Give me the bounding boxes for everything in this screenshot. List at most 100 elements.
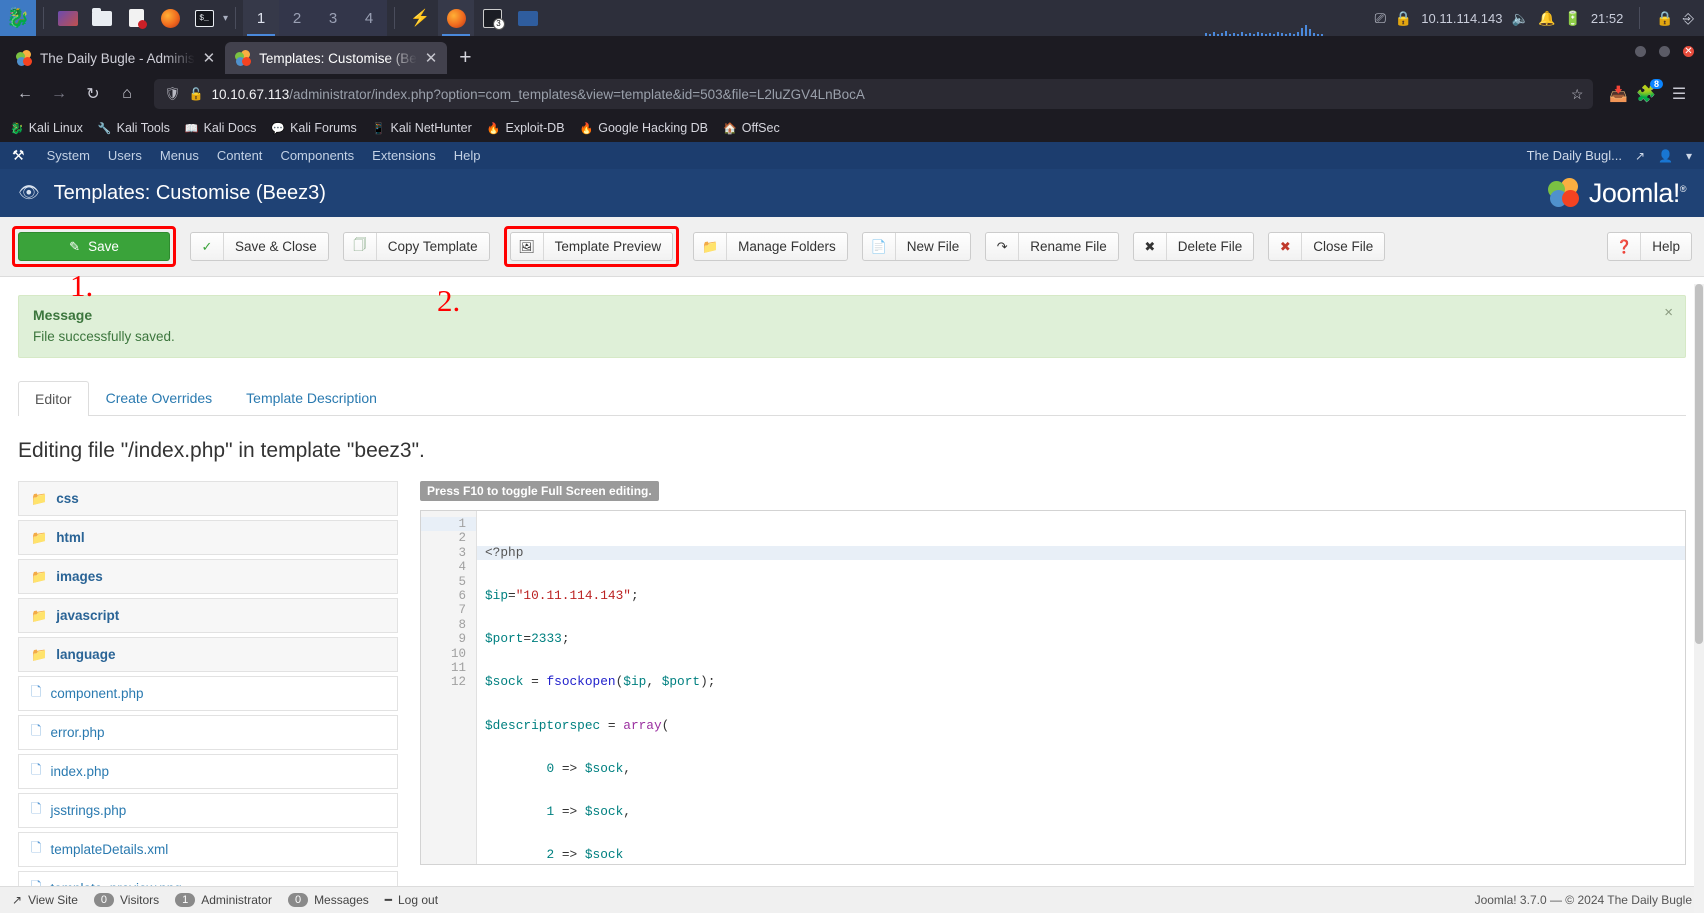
menu-item-content[interactable]: Content <box>217 148 263 163</box>
code-text-area[interactable]: <?php $ip="10.11.114.143"; $port=2333; $… <box>477 511 1685 864</box>
chevron-down-icon[interactable]: ▾ <box>223 13 228 24</box>
tree-folder-html[interactable]: 📁 html <box>18 520 398 555</box>
files-icon[interactable] <box>53 5 83 31</box>
menu-item-extensions[interactable]: Extensions <box>372 148 436 163</box>
help-button[interactable]: ❓ Help <box>1607 232 1692 261</box>
bookmark-kali-nethunter[interactable]: 📱 Kali NetHunter <box>372 121 472 135</box>
menu-item-users[interactable]: Users <box>108 148 142 163</box>
bookmark-offsec[interactable]: 🏠 OffSec <box>723 121 780 135</box>
file-icon: 🗋 <box>31 761 42 777</box>
menu-item-system[interactable]: System <box>47 148 90 163</box>
lock-icon[interactable]: 🔒 <box>1656 10 1673 27</box>
alert-close-icon[interactable]: × <box>1664 304 1673 321</box>
page-scrollbar[interactable] <box>1694 284 1704 913</box>
tab-editor[interactable]: Editor <box>18 381 89 416</box>
save-button[interactable]: ✎ Save <box>18 232 170 261</box>
vpn-icon[interactable]: 🔒 <box>1395 10 1412 27</box>
shield-icon[interactable]: 🛡 <box>164 86 181 102</box>
bookmark-google-hacking-db[interactable]: 🔥 Google Hacking DB <box>580 121 708 135</box>
code-editor[interactable]: 1 2 3 4 5 6 7 8 9 10 11 12 <?php $ip="10… <box>420 510 1686 865</box>
administrator-status[interactable]: 1 Administrator <box>175 893 272 907</box>
tree-folder-language[interactable]: 📁 language <box>18 637 398 672</box>
site-link-label[interactable]: The Daily Bugl... <box>1527 148 1622 163</box>
menu-item-menus[interactable]: Menus <box>160 148 199 163</box>
folder-icon[interactable] <box>87 5 117 31</box>
check-icon: ✓ <box>191 233 224 260</box>
bookmark-star-icon[interactable]: ☆ <box>1571 86 1584 103</box>
workspace-2[interactable]: 2 <box>279 0 315 36</box>
menu-item-components[interactable]: Components <box>280 148 354 163</box>
delete-file-button[interactable]: ✖ Delete File <box>1132 232 1255 261</box>
bookmark-kali-docs[interactable]: 📖 Kali Docs <box>185 121 257 135</box>
tab-template-description[interactable]: Template Description <box>229 380 394 415</box>
tree-file-index-php[interactable]: 🗋 index.php <box>18 754 398 789</box>
close-file-button[interactable]: ✖ Close File <box>1268 232 1386 261</box>
logout-link[interactable]: ━ Log out <box>385 893 438 907</box>
window-button-bolt[interactable]: ⚡ <box>402 0 438 36</box>
new-tab-button[interactable]: + <box>447 46 483 74</box>
maximize-button[interactable] <box>1659 46 1670 57</box>
minimize-button[interactable] <box>1635 46 1646 57</box>
workspace-4[interactable]: 4 <box>351 0 387 36</box>
terminal-icon[interactable]: $_ <box>189 5 219 31</box>
clock[interactable]: 21:52 <box>1591 11 1624 26</box>
close-window-button[interactable]: ✕ <box>1683 46 1694 57</box>
joomla-brand-icon[interactable]: ⚒ <box>12 147 25 164</box>
bookmark-kali-tools[interactable]: 🔧 Kali Tools <box>98 121 170 135</box>
tree-file-error-php[interactable]: 🗋 error.php <box>18 715 398 750</box>
bookmark-exploit-db[interactable]: 🔥 Exploit-DB <box>487 121 565 135</box>
view-site-link[interactable]: ↗ View Site <box>12 893 78 907</box>
tree-file-templatedetails-xml[interactable]: 🗋 templateDetails.xml <box>18 832 398 867</box>
tree-folder-css[interactable]: 📁 css <box>18 481 398 516</box>
volume-icon[interactable]: 🔈 <box>1512 10 1529 27</box>
pocket-icon[interactable]: 📥 <box>1609 85 1628 103</box>
tree-file-component-php[interactable]: 🗋 component.php <box>18 676 398 711</box>
battery-icon[interactable]: 🔋 <box>1564 10 1581 27</box>
user-avatar-icon[interactable]: 👤 <box>1658 149 1673 163</box>
external-link-icon[interactable]: ↗ <box>1635 149 1645 163</box>
workspace-3[interactable]: 3 <box>315 0 351 36</box>
network-icon[interactable]: ⎚ <box>1375 10 1386 27</box>
bookmark-kali-forums[interactable]: 💬 Kali Forums <box>271 121 356 135</box>
home-button[interactable]: ⌂ <box>112 79 142 109</box>
firefox-icon[interactable] <box>155 5 185 31</box>
back-button[interactable]: ← <box>10 79 40 109</box>
new-file-button[interactable]: 📄 New File <box>861 232 972 261</box>
manage-folders-button[interactable]: 📁 Manage Folders <box>693 232 848 261</box>
joomla-version: Joomla! 3.7.0 <box>1474 893 1547 907</box>
save-and-close-button[interactable]: ✓ Save & Close <box>190 232 329 261</box>
scrollbar-thumb[interactable] <box>1695 284 1703 644</box>
window-button-terminal[interactable]: 3 <box>474 0 510 36</box>
messages-status[interactable]: 0 Messages <box>287 893 369 907</box>
forward-button[interactable]: → <box>44 79 74 109</box>
line-number: 8 <box>458 617 466 632</box>
menu-hamburger-icon[interactable]: ☰ <box>1664 79 1694 109</box>
flame-icon: 🔥 <box>486 122 501 135</box>
chevron-down-icon[interactable]: ▾ <box>1686 149 1692 163</box>
bookmark-kali-linux[interactable]: 🐉 Kali Linux <box>10 121 83 135</box>
browser-tab-1[interactable]: The Daily Bugle - Adminis ✕ <box>6 42 225 74</box>
tab-create-overrides[interactable]: Create Overrides <box>89 380 230 415</box>
rename-file-button[interactable]: ↷ Rename File <box>985 232 1119 261</box>
template-preview-button[interactable]: 🖼 Template Preview <box>509 232 674 261</box>
tree-folder-images[interactable]: 📁 images <box>18 559 398 594</box>
reload-button[interactable]: ↻ <box>78 79 108 109</box>
close-icon[interactable]: ✕ <box>203 49 216 67</box>
kali-dragon-icon[interactable]: 🐉 <box>0 0 36 36</box>
address-bar[interactable]: 🛡 🔓 10.10.67.113/administrator/index.php… <box>154 79 1594 109</box>
visitors-status[interactable]: 0 Visitors <box>93 893 159 907</box>
document-icon[interactable] <box>121 5 151 31</box>
extension-icon[interactable]: 🧩 8 <box>1636 79 1663 104</box>
copy-template-button[interactable]: 🗍 Copy Template <box>342 232 490 261</box>
browser-tab-2[interactable]: Templates: Customise (Be ✕ <box>225 42 448 74</box>
window-button-firefox[interactable] <box>438 0 475 36</box>
close-icon[interactable]: ✕ <box>425 49 438 67</box>
workspace-1[interactable]: 1 <box>243 0 280 36</box>
tree-folder-javascript[interactable]: 📁 javascript <box>18 598 398 633</box>
insecure-lock-icon[interactable]: 🔓 <box>189 87 204 101</box>
tree-file-jsstrings-php[interactable]: 🗋 jsstrings.php <box>18 793 398 828</box>
menu-item-help[interactable]: Help <box>454 148 481 163</box>
logout-icon[interactable]: ⎆ <box>1683 10 1694 27</box>
bell-icon[interactable]: 🔔 <box>1538 10 1555 27</box>
window-button-folder[interactable] <box>510 0 546 36</box>
